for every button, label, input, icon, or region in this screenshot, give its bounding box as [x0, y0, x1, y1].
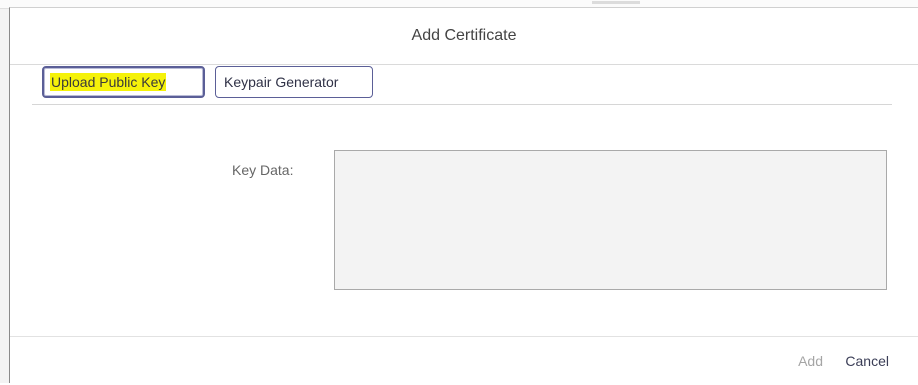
backdrop-text-fragment — [592, 1, 640, 4]
add-button[interactable]: Add — [798, 353, 823, 369]
tab-keypair-generator[interactable]: Keypair Generator — [215, 66, 373, 98]
add-certificate-dialog: Add Certificate Upload Public Key Keypai… — [9, 7, 918, 383]
tab-upload-public-key-label: Upload Public Key — [50, 73, 167, 91]
key-data-label: Key Data: — [232, 162, 294, 178]
tab-upload-public-key[interactable]: Upload Public Key — [42, 66, 205, 98]
dialog-header: Add Certificate — [10, 8, 918, 65]
cancel-button[interactable]: Cancel — [845, 353, 889, 369]
tab-keypair-generator-label: Keypair Generator — [224, 74, 339, 90]
dialog-title: Add Certificate — [411, 27, 517, 44]
tab-bar: Upload Public Key Keypair Generator — [32, 66, 892, 105]
dialog-footer: Add Cancel — [10, 336, 918, 385]
key-data-textarea[interactable] — [334, 150, 887, 290]
